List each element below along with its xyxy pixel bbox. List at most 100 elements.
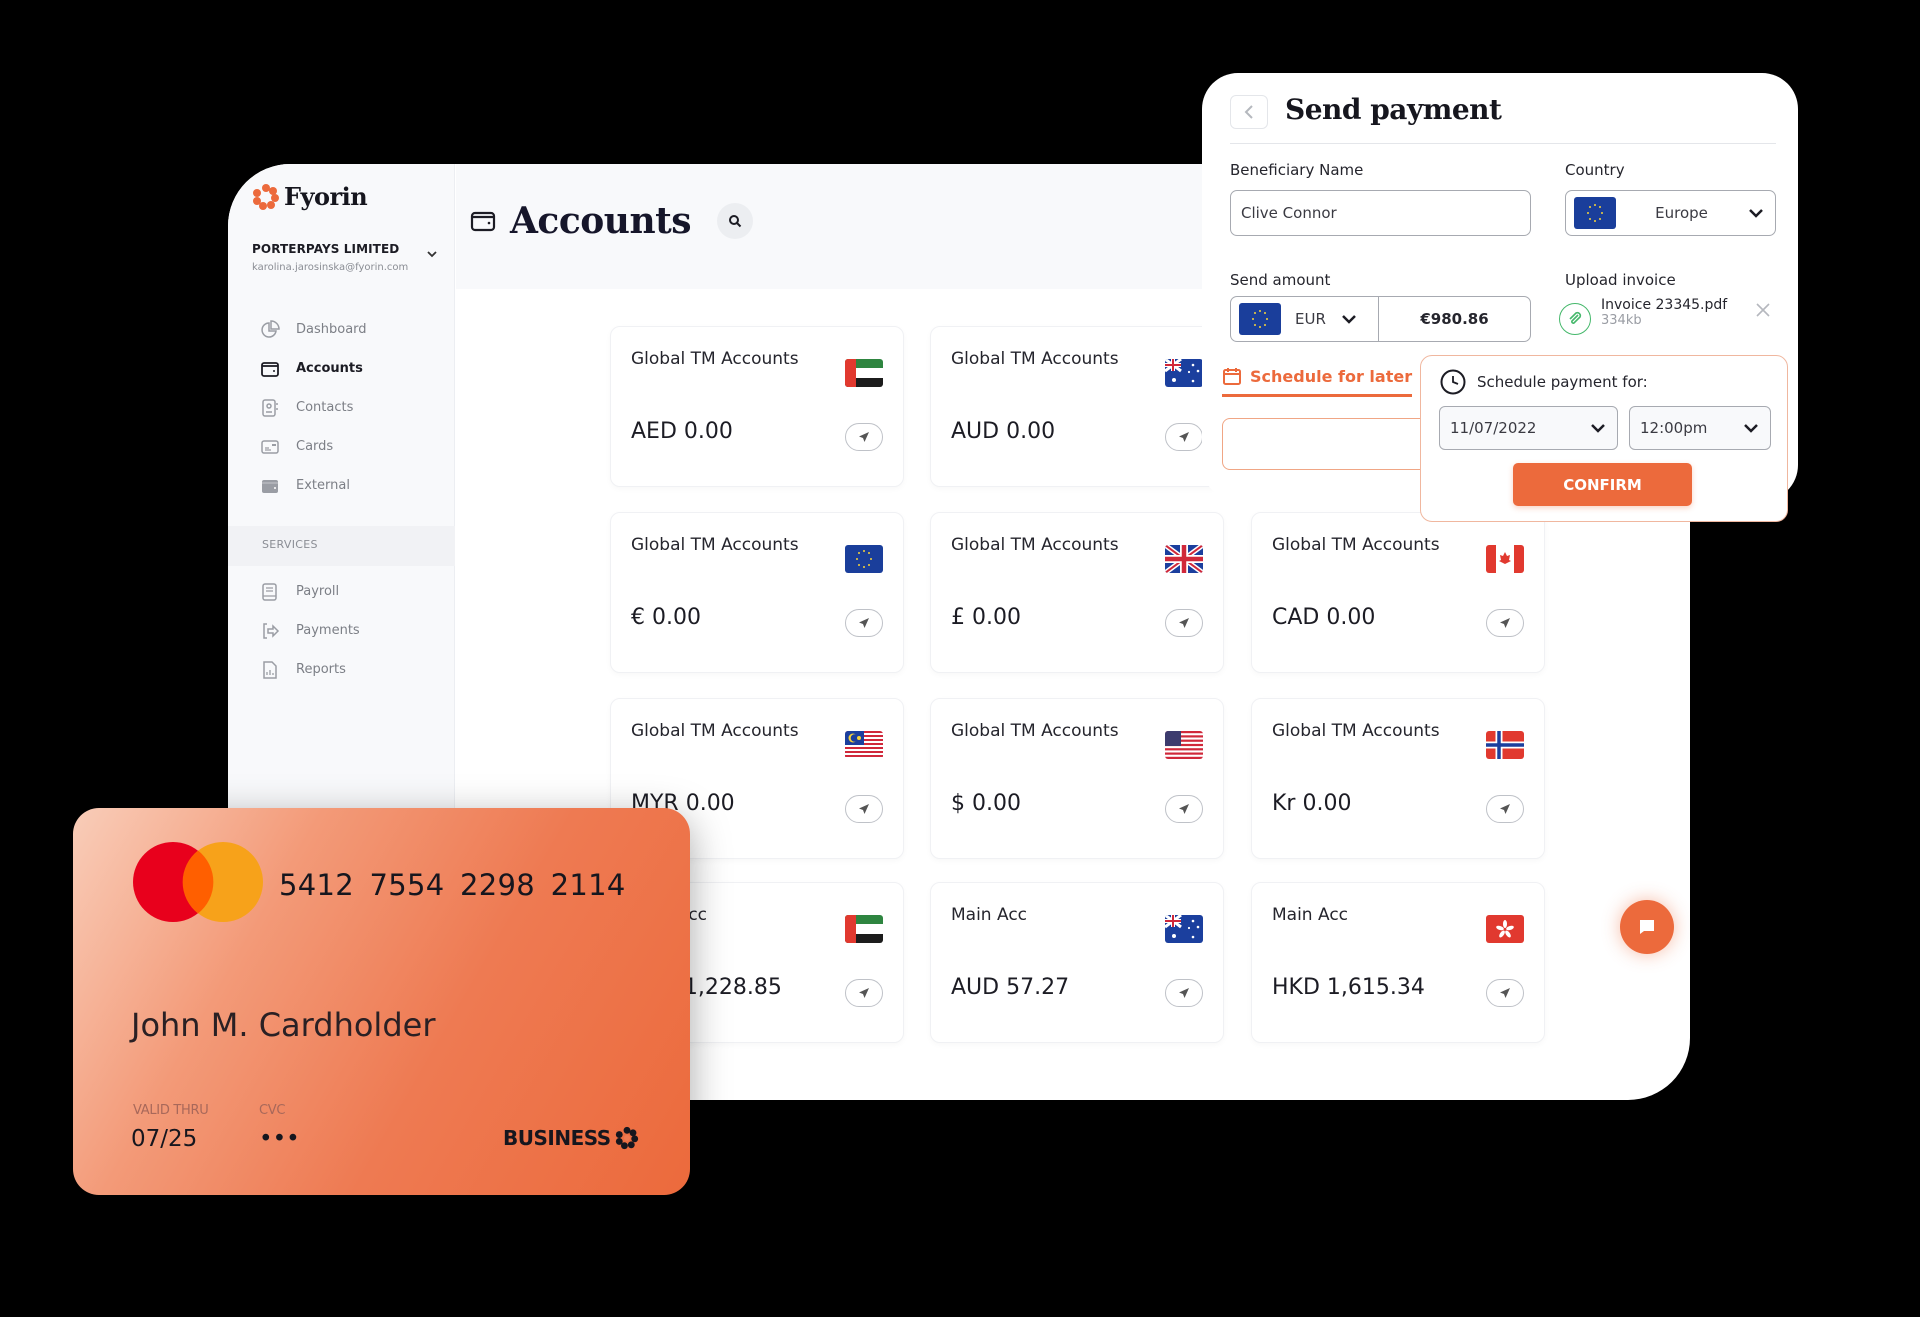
popup-header: Schedule payment for:	[1439, 368, 1648, 396]
flag-us-icon	[1165, 731, 1203, 759]
paperclip-icon	[1559, 303, 1591, 335]
logo-text: Fyorin	[284, 182, 368, 211]
country-select[interactable]: Europe	[1565, 190, 1776, 236]
date-select[interactable]: 11/07/2022	[1439, 406, 1618, 450]
search-button[interactable]	[717, 203, 754, 239]
account-card[interactable]: Global TM Accounts $ 0.00	[930, 698, 1224, 859]
payments-icon	[263, 622, 280, 639]
account-card[interactable]: Global TM Accounts £ 0.00	[930, 512, 1224, 673]
panel-title: Send payment	[1285, 93, 1502, 126]
amount-input[interactable]: €980.86	[1379, 310, 1530, 328]
account-name: Global TM Accounts	[1272, 535, 1440, 555]
account-name: Global TM Accounts	[951, 721, 1119, 741]
chevron-down-icon	[1744, 424, 1758, 433]
flag-ae-icon	[845, 915, 883, 943]
confirm-button[interactable]: CONFIRM	[1513, 463, 1692, 506]
send-icon	[859, 432, 869, 442]
clock-icon	[1440, 369, 1466, 395]
time-select[interactable]: 12:00pm	[1629, 406, 1771, 450]
currency-select[interactable]: EUR	[1231, 297, 1379, 341]
flag-no-icon	[1486, 731, 1524, 759]
account-card[interactable]: Global TM Accounts AED 0.00	[610, 326, 904, 487]
send-amount-field: EUR €980.86	[1230, 296, 1531, 342]
account-card[interactable]: Global TM Accounts CAD 0.00	[1251, 512, 1545, 673]
sidebar-item-reports[interactable]: Reports	[260, 650, 360, 689]
send-icon	[1500, 804, 1510, 814]
organization-switcher[interactable]: PORTERPAYS LIMITED karolina.jarosinska@f…	[252, 242, 442, 273]
flag-ca-icon	[1486, 545, 1524, 573]
date-value: 11/07/2022	[1450, 419, 1537, 437]
close-icon[interactable]	[1754, 301, 1772, 319]
valid-thru-label: VALID THRU	[133, 1103, 209, 1118]
send-icon	[1500, 618, 1510, 628]
sidebar-item-label: Payroll	[296, 584, 340, 599]
send-icon	[859, 618, 869, 628]
flag-eu-icon	[845, 545, 883, 573]
send-icon	[1179, 432, 1189, 442]
send-amount-label: Send amount	[1230, 271, 1331, 289]
account-card[interactable]: Global TM Accounts Kr 0.00	[1251, 698, 1545, 859]
send-money-button[interactable]	[1165, 795, 1203, 823]
country-value: Europe	[1655, 204, 1708, 222]
flag-au-icon	[1165, 915, 1203, 943]
file-name: Invoice 23345.pdf	[1601, 297, 1728, 313]
page-title: Accounts	[510, 200, 692, 242]
chevron-down-icon	[1591, 424, 1605, 433]
send-money-button[interactable]	[1165, 979, 1203, 1007]
chevron-down-icon[interactable]	[426, 248, 438, 260]
beneficiary-name-input[interactable]: Clive Connor	[1230, 190, 1531, 236]
sidebar-item-dashboard[interactable]: Dashboard	[260, 310, 367, 349]
sidebar-item-label: Contacts	[296, 400, 354, 415]
sidebar-item-label: Accounts	[296, 361, 363, 376]
wallet-icon	[261, 361, 279, 377]
send-money-button[interactable]	[845, 795, 883, 823]
send-money-button[interactable]	[845, 609, 883, 637]
send-icon	[1179, 988, 1189, 998]
send-icon	[859, 988, 869, 998]
send-icon	[1179, 804, 1189, 814]
sidebar-item-label: External	[296, 478, 350, 493]
account-name: Main Acc	[951, 905, 1028, 925]
cardholder-name: John M. Cardholder	[131, 1006, 436, 1044]
flag-my-icon	[845, 731, 883, 759]
send-icon	[859, 804, 869, 814]
send-money-button[interactable]	[845, 979, 883, 1007]
chat-bubble-icon	[1640, 920, 1654, 934]
mastercard-logo-icon	[133, 842, 263, 922]
account-balance: AUD 0.00	[951, 419, 1056, 444]
account-card[interactable]: Global TM Accounts € 0.00	[610, 512, 904, 673]
logo[interactable]: Fyorin	[252, 182, 368, 211]
external-wallet-icon	[262, 479, 278, 493]
account-name: Main Acc	[1272, 905, 1349, 925]
account-card[interactable]: Global TM Accounts AUD 0.00	[930, 326, 1224, 487]
country-label: Country	[1565, 161, 1625, 179]
calendar-icon	[1223, 368, 1241, 385]
schedule-tab-label: Schedule for later	[1250, 366, 1413, 386]
send-money-button[interactable]	[1486, 979, 1524, 1007]
chat-button[interactable]	[1620, 900, 1674, 954]
flag-ae-icon	[845, 359, 883, 387]
account-name: Global TM Accounts	[631, 535, 799, 555]
account-card[interactable]: Main Acc AUD 57.27	[930, 882, 1224, 1043]
schedule-for-later-tab[interactable]: Schedule for later	[1222, 366, 1413, 397]
send-money-button[interactable]	[845, 423, 883, 451]
currency-value: EUR	[1295, 310, 1326, 328]
sidebar-item-contacts[interactable]: Contacts	[260, 388, 367, 427]
sidebar-item-accounts[interactable]: Accounts	[260, 349, 367, 388]
send-money-button[interactable]	[1486, 609, 1524, 637]
back-button[interactable]	[1230, 95, 1268, 129]
sidebar-item-cards[interactable]: Cards	[260, 427, 367, 466]
send-money-button[interactable]	[1165, 423, 1203, 451]
organization-name: PORTERPAYS LIMITED	[252, 242, 400, 256]
upload-invoice-label: Upload invoice	[1565, 271, 1676, 289]
fyorin-logo-icon	[615, 1126, 638, 1150]
account-name: Global TM Accounts	[951, 535, 1119, 555]
account-card[interactable]: Main Acc HKD 1,615.34	[1251, 882, 1545, 1043]
eu-flag-icon	[1574, 197, 1616, 229]
send-money-button[interactable]	[1486, 795, 1524, 823]
sidebar-item-payroll[interactable]: Payroll	[260, 572, 360, 611]
send-money-button[interactable]	[1165, 609, 1203, 637]
page-title-group: Accounts	[470, 200, 754, 242]
sidebar-item-external[interactable]: External	[260, 466, 367, 505]
sidebar-item-payments[interactable]: Payments	[260, 611, 360, 650]
